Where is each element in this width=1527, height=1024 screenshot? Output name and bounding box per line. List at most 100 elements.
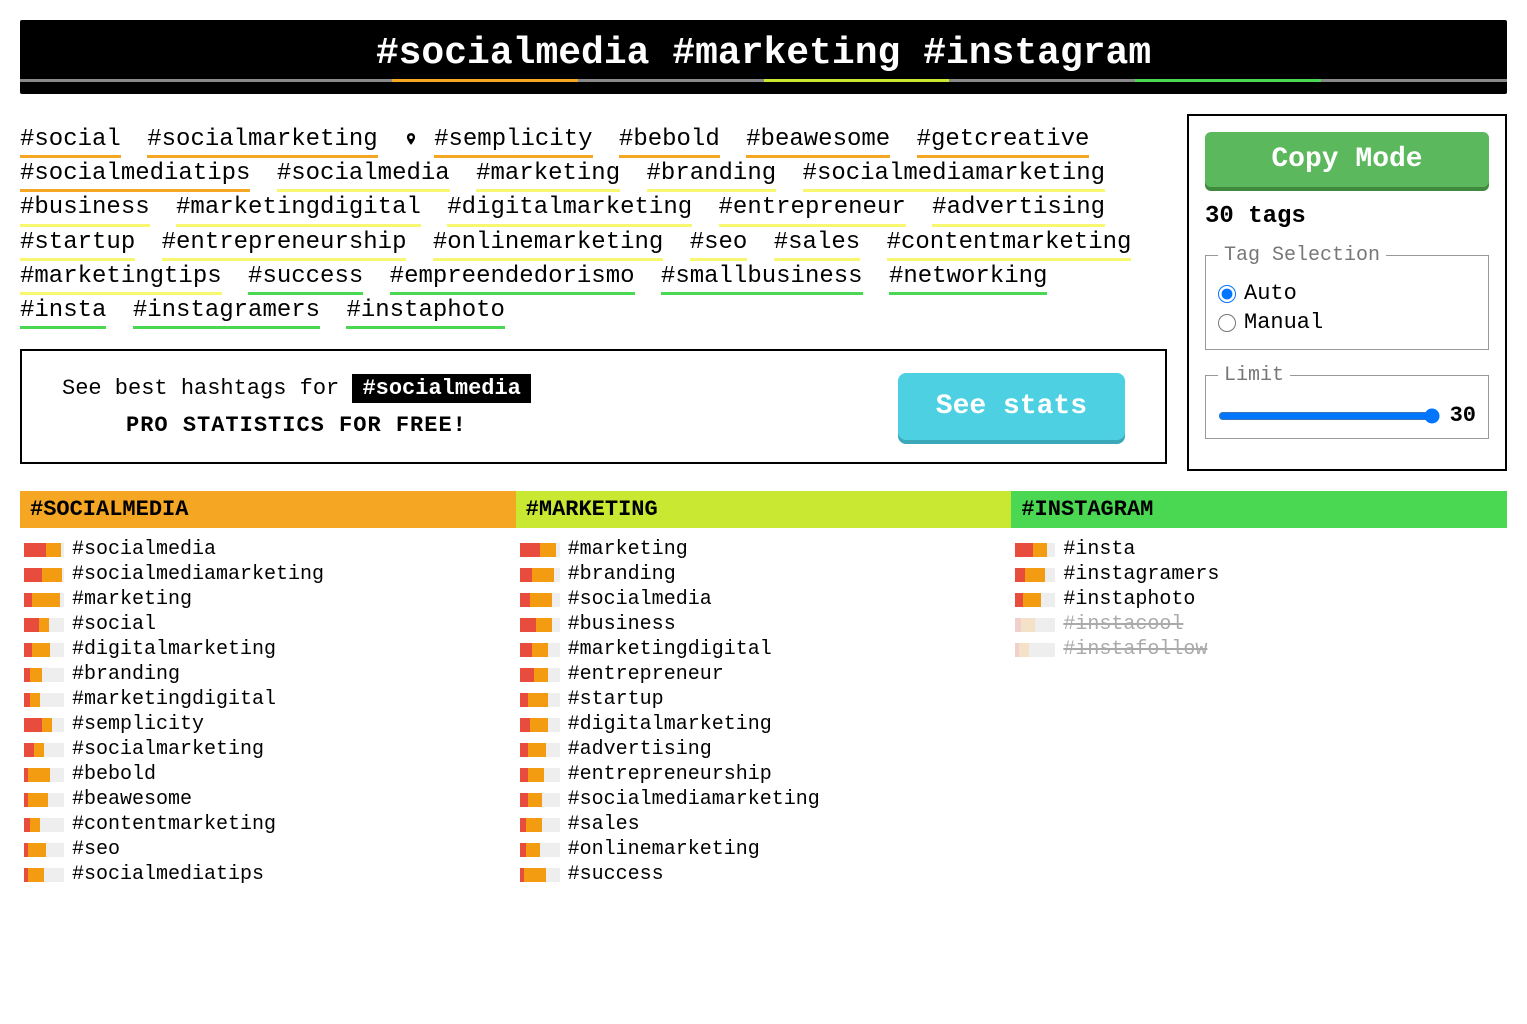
tag-label: #entrepreneurship bbox=[568, 763, 772, 786]
tag-label: #digitalmarketing bbox=[72, 638, 276, 661]
tag-selection-legend: Tag Selection bbox=[1218, 244, 1386, 267]
tag-label: #sales bbox=[568, 813, 640, 836]
see-stats-button[interactable]: See stats bbox=[898, 373, 1125, 440]
cloud-tag[interactable]: #socialmediamarketing bbox=[803, 158, 1105, 192]
cloud-tag[interactable]: #advertising bbox=[932, 192, 1105, 226]
cloud-tag[interactable]: #marketingdigital bbox=[176, 192, 421, 226]
tag-row[interactable]: #insta bbox=[1015, 538, 1503, 561]
tag-label: #marketing bbox=[72, 588, 192, 611]
tag-row[interactable]: #bebold bbox=[24, 763, 512, 786]
tag-label: #contentmarketing bbox=[72, 813, 276, 836]
tag-row[interactable]: #contentmarketing bbox=[24, 813, 512, 836]
popularity-bar bbox=[24, 843, 64, 857]
cloud-tag[interactable]: #semplicity bbox=[434, 124, 592, 158]
cloud-tag[interactable]: #sales bbox=[774, 227, 860, 261]
tag-label: #success bbox=[568, 863, 664, 886]
cloud-tag[interactable]: #seo bbox=[690, 227, 748, 261]
radio-auto-row[interactable]: Auto bbox=[1218, 281, 1476, 306]
tag-row[interactable]: #business bbox=[520, 613, 1008, 636]
tag-row[interactable]: #instagramers bbox=[1015, 563, 1503, 586]
popularity-bar bbox=[520, 868, 560, 882]
tag-row[interactable]: #beawesome bbox=[24, 788, 512, 811]
tag-row[interactable]: #socialmedia bbox=[24, 538, 512, 561]
cloud-tag[interactable]: #contentmarketing bbox=[887, 227, 1132, 261]
radio-manual-label: Manual bbox=[1244, 310, 1323, 335]
radio-manual[interactable] bbox=[1218, 314, 1236, 332]
cloud-tag[interactable]: #entrepreneur bbox=[719, 192, 906, 226]
cloud-tag[interactable]: #success bbox=[248, 261, 363, 295]
cloud-tag[interactable]: #social bbox=[20, 124, 121, 158]
tag-row[interactable]: #success bbox=[520, 863, 1008, 886]
tag-label: #socialmedia bbox=[72, 538, 216, 561]
cloud-tag[interactable]: #instaphoto bbox=[346, 295, 504, 329]
tag-label: #startup bbox=[568, 688, 664, 711]
tag-row[interactable]: #onlinemarketing bbox=[520, 838, 1008, 861]
cloud-tag[interactable]: #instagramers bbox=[133, 295, 320, 329]
popularity-bar bbox=[24, 543, 64, 557]
cloud-tag[interactable]: #entrepreneurship bbox=[162, 227, 407, 261]
tag-row[interactable]: #advertising bbox=[520, 738, 1008, 761]
tag-row[interactable]: #marketingdigital bbox=[520, 638, 1008, 661]
tag-row[interactable]: #digitalmarketing bbox=[520, 713, 1008, 736]
cloud-tag[interactable]: #socialmedia bbox=[277, 158, 450, 192]
tag-row[interactable]: #socialmarketing bbox=[24, 738, 512, 761]
tag-row[interactable]: #instaphoto bbox=[1015, 588, 1503, 611]
tag-row[interactable]: #marketingdigital bbox=[24, 688, 512, 711]
tag-row[interactable]: #marketing bbox=[520, 538, 1008, 561]
copy-mode-button[interactable]: Copy Mode bbox=[1205, 132, 1489, 187]
cloud-tag[interactable]: #socialmarketing bbox=[147, 124, 377, 158]
column-header: #INSTAGRAM bbox=[1011, 491, 1507, 528]
cloud-tag[interactable]: #business bbox=[20, 192, 150, 226]
tag-label: #insta bbox=[1063, 538, 1135, 561]
popularity-bar bbox=[1015, 643, 1055, 657]
tag-cloud: #social #socialmarketing #semplicity #be… bbox=[20, 114, 1167, 349]
search-input[interactable] bbox=[20, 32, 1507, 75]
tag-row[interactable]: #startup bbox=[520, 688, 1008, 711]
radio-manual-row[interactable]: Manual bbox=[1218, 310, 1476, 335]
search-underline bbox=[20, 79, 1507, 82]
cloud-tag[interactable]: #beawesome bbox=[746, 124, 890, 158]
popularity-bar bbox=[24, 693, 64, 707]
cloud-tag[interactable]: #marketing bbox=[476, 158, 620, 192]
cloud-tag[interactable]: #empreendedorismo bbox=[390, 261, 635, 295]
popularity-bar bbox=[520, 768, 560, 782]
tag-row[interactable]: #digitalmarketing bbox=[24, 638, 512, 661]
tag-row[interactable]: #semplicity bbox=[24, 713, 512, 736]
tag-row[interactable]: #branding bbox=[24, 663, 512, 686]
column-header: #MARKETING bbox=[516, 491, 1012, 528]
popularity-bar bbox=[24, 643, 64, 657]
popularity-bar bbox=[520, 568, 560, 582]
radio-auto[interactable] bbox=[1218, 285, 1236, 303]
cloud-tag[interactable]: #socialmediatips bbox=[20, 158, 250, 192]
cloud-tag[interactable]: #startup bbox=[20, 227, 135, 261]
tag-row[interactable]: #socialmediamarketing bbox=[520, 788, 1008, 811]
tag-row[interactable]: #marketing bbox=[24, 588, 512, 611]
cloud-tag[interactable]: #smallbusiness bbox=[661, 261, 863, 295]
tag-row[interactable]: #sales bbox=[520, 813, 1008, 836]
popularity-bar bbox=[520, 818, 560, 832]
cloud-tag[interactable]: #bebold bbox=[619, 124, 720, 158]
tag-row[interactable]: #socialmediatips bbox=[24, 863, 512, 886]
cloud-tag[interactable]: #marketingtips bbox=[20, 261, 222, 295]
popularity-bar bbox=[24, 818, 64, 832]
tag-row[interactable]: #entrepreneur bbox=[520, 663, 1008, 686]
popularity-bar bbox=[1015, 543, 1055, 557]
tag-label: #branding bbox=[72, 663, 180, 686]
tag-row[interactable]: #seo bbox=[24, 838, 512, 861]
limit-slider[interactable] bbox=[1218, 408, 1440, 424]
tag-row: #instacool bbox=[1015, 613, 1503, 636]
tag-row[interactable]: #branding bbox=[520, 563, 1008, 586]
tag-list: #marketing#branding#socialmedia#business… bbox=[516, 528, 1012, 896]
tag-label: #instacool bbox=[1063, 613, 1183, 636]
cloud-tag[interactable]: #branding bbox=[647, 158, 777, 192]
cloud-tag[interactable]: #digitalmarketing bbox=[447, 192, 692, 226]
tag-row[interactable]: #social bbox=[24, 613, 512, 636]
tag-row[interactable]: #socialmedia bbox=[520, 588, 1008, 611]
tag-row[interactable]: #socialmediamarketing bbox=[24, 563, 512, 586]
tag-row[interactable]: #entrepreneurship bbox=[520, 763, 1008, 786]
cloud-tag[interactable]: #networking bbox=[889, 261, 1047, 295]
cloud-tag[interactable]: #insta bbox=[20, 295, 106, 329]
cloud-tag[interactable]: #onlinemarketing bbox=[433, 227, 663, 261]
tag-label: #social bbox=[72, 613, 156, 636]
cloud-tag[interactable]: #getcreative bbox=[917, 124, 1090, 158]
